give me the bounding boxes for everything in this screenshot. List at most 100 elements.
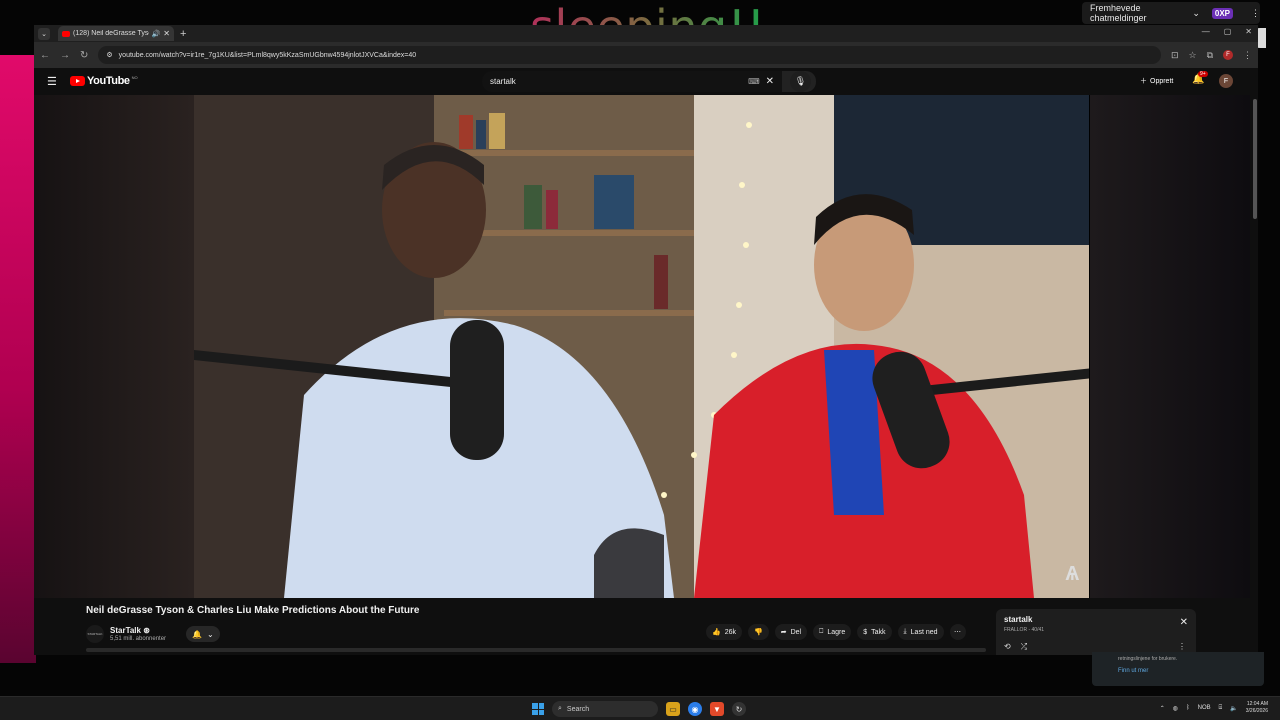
page-scrollbar[interactable] bbox=[1252, 95, 1258, 655]
forward-icon[interactable]: → bbox=[60, 50, 70, 61]
notification-toast: retningslinjene for brukere. Finn ut mer bbox=[1092, 652, 1264, 686]
video-player[interactable]: Ѧ bbox=[34, 95, 1250, 598]
notification-text: retningslinjene for brukere. bbox=[1118, 656, 1178, 662]
video-scene-illustration bbox=[194, 95, 1089, 598]
taskbar-search-placeholder: Search bbox=[566, 705, 590, 713]
chevron-up-icon[interactable]: ⌃ bbox=[1160, 705, 1165, 712]
verified-icon: ⊛ bbox=[143, 626, 150, 635]
browser-menu-icon[interactable]: ⋮ bbox=[1243, 50, 1252, 61]
taskbar-search[interactable]: ⌕ Search bbox=[552, 701, 658, 717]
account-avatar[interactable]: F bbox=[1219, 74, 1233, 88]
taskbar: ⌕ Search ▭ ◉ ▼ ↻ ⌃ ◍ ᛒ NOB ⌸ 🔈 12:04 AM … bbox=[0, 696, 1280, 720]
thumbs-up-icon: 👍 bbox=[712, 629, 721, 636]
ambient-glow-left bbox=[34, 95, 194, 598]
mic-icon[interactable]: 🎙 bbox=[790, 71, 811, 92]
loop-icon[interactable]: ⟲ bbox=[1004, 642, 1011, 652]
menu-icon[interactable]: ☰ bbox=[47, 75, 57, 88]
channel-info: StarTalk ⊛ 5,51 mill. abonnenter bbox=[110, 626, 166, 642]
shuffle-icon[interactable]: ⤮ bbox=[1021, 642, 1027, 652]
windows-start-icon[interactable] bbox=[532, 703, 544, 715]
bluetooth-icon[interactable]: ᛒ bbox=[1186, 705, 1190, 711]
subscription-bell-button[interactable]: 🔔 ⌄ bbox=[186, 626, 220, 642]
playlist-info: FRALLOR - 40/41 bbox=[1004, 627, 1045, 633]
thanks-icon: $ bbox=[863, 628, 868, 636]
more-actions-button[interactable]: ⋯ bbox=[949, 624, 966, 640]
more-horiz-icon: ⋯ bbox=[954, 629, 962, 636]
video-frame[interactable]: Ѧ bbox=[194, 95, 1089, 598]
keyboard-icon[interactable]: ⌨ bbox=[748, 77, 760, 86]
window-controls: — ▢ ✕ bbox=[1202, 27, 1252, 36]
url-text: youtube.com/watch?v=ir1re_7g1KU&list=PLm… bbox=[118, 51, 417, 59]
download-label: Last ned bbox=[910, 628, 938, 636]
chevron-down-icon: ⌄ bbox=[207, 629, 214, 639]
tab-strip: ⌄ (128) Neil deGrasse Tyson & Cha 🔊 ✕ + … bbox=[34, 25, 1258, 42]
description-scrollbar[interactable] bbox=[86, 648, 986, 652]
url-field[interactable]: ⚙ youtube.com/watch?v=ir1re_7g1KU&list=P… bbox=[98, 46, 1161, 64]
maximize-icon[interactable]: ▢ bbox=[1224, 27, 1232, 36]
save-button[interactable]: ⎕ Lagre bbox=[813, 624, 852, 640]
download-icon: ⤓ bbox=[903, 628, 907, 635]
bookmark-icon: ⎕ bbox=[819, 628, 824, 635]
tab-title: (128) Neil deGrasse Tyson & Cha bbox=[73, 30, 149, 37]
video-actions: 👍 26k 👎 ➦ Del ⎕ Lagre $ Takk ⤓ Last ned bbox=[706, 624, 966, 640]
brave-icon[interactable]: ▼ bbox=[710, 702, 724, 716]
youtube-logo[interactable]: YouTube NO bbox=[70, 75, 138, 87]
video-title: Neil deGrasse Tyson & Charles Liu Make P… bbox=[86, 605, 420, 616]
like-button[interactable]: 👍 26k bbox=[706, 624, 743, 640]
notifications-bell-icon[interactable]: 🔔 9+ bbox=[1192, 71, 1208, 85]
reload-icon[interactable]: ↻ bbox=[80, 50, 88, 61]
search-input-value: startalk bbox=[490, 77, 516, 86]
chrome-icon[interactable]: ◉ bbox=[688, 702, 702, 716]
address-bar: ← → ↻ ⚙ youtube.com/watch?v=ir1re_7g1KU&… bbox=[34, 42, 1258, 68]
clear-search-icon[interactable]: ✕ bbox=[766, 76, 774, 87]
close-playlist-icon[interactable]: ✕ bbox=[1180, 617, 1188, 628]
taskbar-apps: ⌕ Search ▭ ◉ ▼ ↻ bbox=[532, 701, 746, 717]
tray-app-icon[interactable]: ◍ bbox=[1173, 705, 1178, 712]
clock-time: 12:04 AM bbox=[1246, 701, 1268, 707]
download-button[interactable]: ⤓ Last ned bbox=[897, 624, 944, 640]
tab-search-icon[interactable]: ⌄ bbox=[38, 27, 50, 40]
channel-row: STARTALK StarTalk ⊛ 5,51 mill. abonnente… bbox=[86, 623, 220, 645]
featured-chat-dropdown[interactable]: Fremhevede chatmeldinger ⌄ 0XP ⋮ bbox=[1082, 2, 1260, 24]
volume-icon[interactable]: 🔈 bbox=[1230, 705, 1237, 712]
profile-avatar-icon[interactable]: F bbox=[1223, 50, 1233, 60]
minimize-icon[interactable]: — bbox=[1202, 27, 1210, 36]
stream-overlay-pink-bar bbox=[0, 55, 36, 663]
youtube-masthead: ☰ YouTube NO startalk ⌨ ✕ ⌕ 🎙 ＋ Opprett … bbox=[34, 68, 1258, 95]
startalk-watermark-icon: Ѧ bbox=[1065, 563, 1079, 585]
install-app-icon[interactable]: ⊡ bbox=[1171, 50, 1179, 61]
scrollbar-thumb[interactable] bbox=[1253, 99, 1257, 219]
new-tab-button[interactable]: + bbox=[180, 28, 186, 40]
app-icon[interactable]: ↻ bbox=[732, 702, 746, 716]
file-explorer-icon[interactable]: ▭ bbox=[666, 702, 680, 716]
more-vert-icon[interactable]: ⋮ bbox=[1251, 8, 1260, 19]
channel-avatar[interactable]: STARTALK bbox=[86, 625, 104, 643]
create-button[interactable]: ＋ Opprett bbox=[1134, 73, 1179, 89]
channel-name[interactable]: StarTalk ⊛ bbox=[110, 626, 166, 635]
thanks-label: Takk bbox=[871, 628, 886, 636]
network-icon[interactable]: ⌸ bbox=[1219, 705, 1223, 712]
extensions-icon[interactable]: ⧉ bbox=[1207, 50, 1213, 61]
search-input[interactable]: startalk ⌨ ✕ bbox=[482, 71, 782, 92]
ambient-glow-right bbox=[1090, 95, 1250, 598]
tab-youtube[interactable]: (128) Neil deGrasse Tyson & Cha 🔊 ✕ bbox=[58, 26, 174, 41]
channel-name-text: StarTalk bbox=[110, 626, 141, 635]
bookmark-star-icon[interactable]: ☆ bbox=[1188, 50, 1196, 61]
close-tab-icon[interactable]: ✕ bbox=[163, 29, 170, 38]
playlist-controls: ⟲ ⤮ bbox=[1004, 642, 1027, 652]
youtube-play-icon bbox=[70, 76, 85, 86]
notification-badge: 9+ bbox=[1198, 71, 1208, 77]
dislike-button[interactable]: 👎 bbox=[748, 624, 769, 640]
language-indicator[interactable]: NOB bbox=[1198, 705, 1211, 711]
close-window-icon[interactable]: ✕ bbox=[1245, 27, 1252, 36]
back-icon[interactable]: ← bbox=[40, 50, 50, 61]
search-icon: ⌕ bbox=[558, 705, 562, 712]
speaker-icon[interactable]: 🔊 bbox=[152, 30, 161, 38]
clock[interactable]: 12:04 AM 3/26/2026 bbox=[1246, 701, 1268, 715]
site-info-icon[interactable]: ⚙ bbox=[106, 51, 112, 59]
playlist-name[interactable]: startalk bbox=[1004, 615, 1188, 624]
learn-more-link[interactable]: Finn ut mer bbox=[1118, 668, 1238, 674]
playlist-more-icon[interactable]: ⋮ bbox=[1178, 642, 1186, 651]
share-button[interactable]: ➦ Del bbox=[774, 624, 808, 640]
thanks-button[interactable]: $ Takk bbox=[857, 624, 892, 640]
